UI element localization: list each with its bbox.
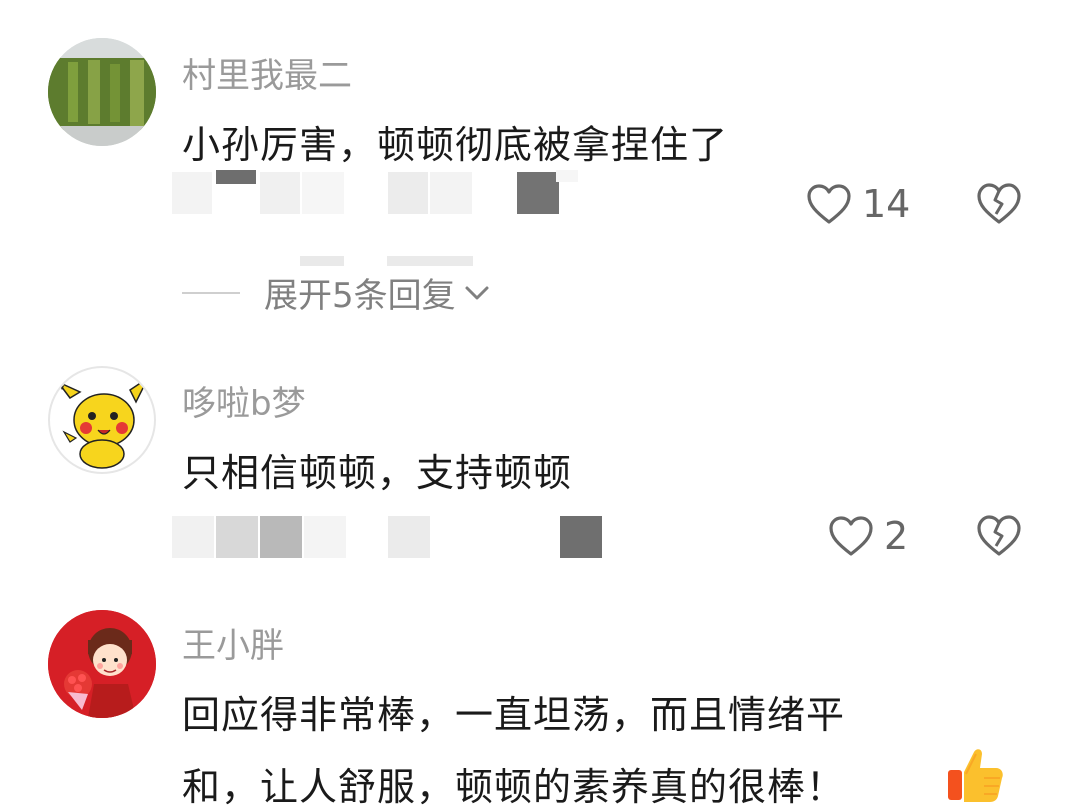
divider [182,291,240,294]
comment-text: 只相信顿顿，支持顿顿 [182,451,573,495]
dislike-button[interactable] [976,514,1022,562]
redacted-area [172,516,612,562]
like-count: 2 [884,514,909,558]
chevron-down-icon [465,286,489,299]
redacted-area [300,256,344,266]
expand-replies-label: 展开5条回复 [264,276,456,316]
like-button[interactable]: 14 [806,182,910,226]
like-button[interactable]: 2 [828,514,908,558]
like-count: 14 [862,182,911,226]
avatar[interactable] [48,366,156,474]
expand-replies-button[interactable]: 展开5条回复 [182,268,492,317]
comment-text: 小孙厉害，顿顿彻底被拿捏住了 [182,123,729,167]
avatar[interactable] [48,610,156,718]
heart-outline-icon [807,184,851,224]
comment-text-line: 回应得非常棒，一直坦荡，而且情绪平 [182,693,846,737]
avatar-image [57,375,150,469]
avatar-image [48,38,156,146]
comment-username[interactable]: 哆啦b梦 [182,376,306,425]
comment-username[interactable]: 村里我最二 [182,48,352,97]
comment-username[interactable]: 王小胖 [182,618,284,667]
broken-heart-icon [977,515,1021,556]
redacted-area [387,256,473,266]
broken-heart-icon [977,183,1021,224]
avatar[interactable] [48,38,156,146]
avatar-image [48,610,156,718]
thumbs-up-emoji [944,744,1006,808]
redacted-area [172,170,612,218]
dislike-button[interactable] [976,182,1022,230]
heart-outline-icon [829,516,873,556]
